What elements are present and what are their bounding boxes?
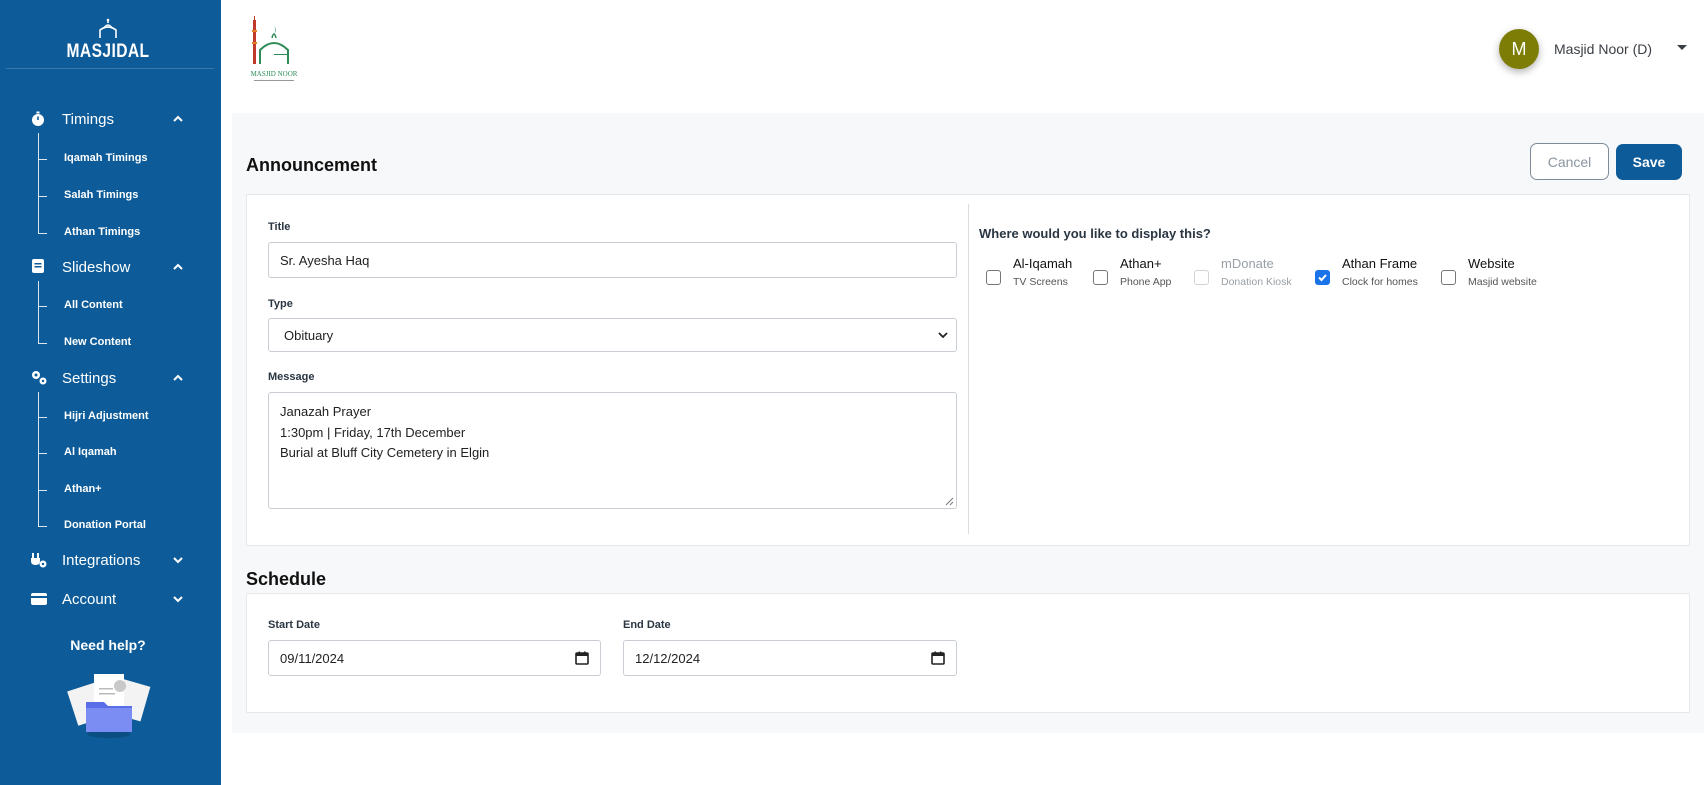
sidebar-item-label: Hijri Adjustment	[64, 410, 149, 422]
type-select[interactable]: Obituary	[268, 318, 957, 352]
card-divider	[968, 204, 969, 534]
title-label: Title	[268, 221, 291, 233]
checkbox[interactable]	[986, 270, 1001, 285]
option-subtitle: Donation Kiosk	[1221, 276, 1292, 288]
display-option-website[interactable]: Website Masjid website	[1441, 255, 1551, 289]
message-line: Burial at Bluff City Cemetery in Elgin	[280, 445, 490, 460]
title-input[interactable]	[268, 242, 957, 278]
sidebar-item-donation-portal[interactable]: Donation Portal	[0, 516, 221, 536]
start-date-label: Start Date	[268, 619, 320, 631]
message-textarea[interactable]: Janazah Prayer 1:30pm | Friday, 17th Dec…	[268, 392, 957, 509]
chevron-down-icon[interactable]	[171, 592, 185, 606]
end-date-input[interactable]: 12/12/2024	[623, 640, 957, 676]
brand-logo[interactable]: MASJIDAL	[0, 18, 216, 63]
save-button[interactable]: Save	[1616, 144, 1682, 180]
option-name: mDonate	[1221, 256, 1274, 271]
plug-icon	[31, 553, 47, 568]
option-name: Athan Frame	[1342, 256, 1418, 271]
svg-text:MASJID NOOR: MASJID NOOR	[251, 70, 298, 78]
checkbox-disabled	[1194, 270, 1209, 285]
message-line: Janazah Prayer	[280, 404, 372, 419]
sidebar-divider	[6, 68, 214, 69]
chevron-up-icon[interactable]	[171, 260, 185, 274]
tree-line	[38, 133, 39, 233]
sidebar-item-label: All Content	[64, 299, 123, 311]
checkbox-checked[interactable]	[1315, 270, 1330, 285]
option-name: Al-Iqamah	[1013, 256, 1073, 271]
option-name: Website	[1468, 256, 1515, 271]
chevron-up-icon[interactable]	[171, 371, 185, 385]
chevron-down-icon[interactable]	[171, 553, 185, 567]
end-date-label: End Date	[623, 619, 671, 631]
sidebar-item-iqamah-timings[interactable]: Iqamah Timings	[0, 149, 221, 169]
sidebar-item-hijri-adjustment[interactable]: Hijri Adjustment	[0, 407, 221, 427]
sidebar-item-label: Salah Timings	[64, 189, 139, 201]
display-question: Where would you like to display this?	[979, 226, 1211, 241]
sidebar-section-account[interactable]: Account	[0, 586, 221, 612]
display-option-athan-plus[interactable]: Athan+ Phone App	[1093, 255, 1183, 289]
option-subtitle: TV Screens	[1013, 276, 1068, 288]
option-name: Athan+	[1120, 256, 1162, 271]
display-option-al-iqamah[interactable]: Al-Iqamah TV Screens	[986, 255, 1086, 289]
type-select-value: Obituary	[284, 328, 334, 343]
sidebar-section-settings[interactable]: Settings	[0, 365, 221, 391]
end-date-value: 12/12/2024	[635, 651, 701, 666]
sidebar-item-athan-plus[interactable]: Athan+	[0, 480, 221, 500]
sidebar-section-integrations[interactable]: Integrations	[0, 547, 221, 573]
user-name[interactable]: Masjid Noor (D)	[1554, 41, 1652, 57]
sidebar-item-salah-timings[interactable]: Salah Timings	[0, 186, 221, 206]
sidebar-section-label: Integrations	[62, 551, 141, 569]
chevron-up-icon[interactable]	[171, 112, 185, 126]
type-label: Type	[268, 298, 293, 310]
masjidal-logo-icon	[99, 18, 117, 38]
brand-name: MASJIDAL	[66, 41, 150, 62]
stopwatch-icon	[32, 111, 44, 126]
sidebar-item-label: New Content	[64, 336, 132, 348]
sidebar-section-label: Settings	[62, 369, 117, 387]
sidebar-item-label: Al Iqamah	[64, 446, 117, 458]
checkbox[interactable]	[1441, 270, 1456, 285]
need-help-label[interactable]: Need help?	[0, 637, 216, 653]
option-subtitle: Phone App	[1120, 276, 1172, 288]
check-icon	[1318, 274, 1327, 282]
card-icon	[31, 593, 47, 605]
help-folder-illustration-icon[interactable]	[66, 668, 152, 740]
sidebar: MASJIDAL Timings Iqamah Timings Salah Ti…	[0, 0, 221, 785]
topbar	[221, 0, 1705, 113]
message-label: Message	[268, 371, 315, 383]
message-line: 1:30pm | Friday, 17th December	[280, 424, 466, 440]
sidebar-section-label: Account	[62, 590, 117, 608]
chevron-down-icon	[938, 332, 948, 339]
sidebar-item-athan-timings[interactable]: Athan Timings	[0, 223, 221, 243]
option-subtitle: Masjid website	[1468, 276, 1537, 288]
masjid-noor-logo-icon: MASJID NOOR	[251, 16, 298, 81]
caret-down-icon[interactable]	[1676, 44, 1688, 52]
schedule-title: Schedule	[246, 569, 327, 589]
gears-icon	[32, 371, 47, 385]
sidebar-section-label: Timings	[62, 110, 114, 128]
sidebar-item-label: Athan+	[64, 483, 102, 495]
sidebar-item-label: Iqamah Timings	[64, 152, 148, 164]
option-subtitle: Clock for homes	[1342, 276, 1418, 288]
cancel-button[interactable]: Cancel	[1530, 143, 1609, 180]
sidebar-item-label: Donation Portal	[64, 519, 146, 531]
sidebar-section-slideshow[interactable]: Slideshow	[0, 254, 221, 280]
sidebar-item-al-iqamah[interactable]: Al Iqamah	[0, 443, 221, 463]
calendar-icon[interactable]	[931, 651, 945, 665]
sidebar-section-timings[interactable]: Timings	[0, 106, 221, 132]
start-date-input[interactable]: 09/11/2024	[268, 640, 601, 676]
avatar[interactable]: M	[1499, 29, 1539, 69]
start-date-value: 09/11/2024	[280, 651, 345, 666]
sidebar-item-new-content[interactable]: New Content	[0, 333, 221, 353]
sidebar-item-all-content[interactable]: All Content	[0, 296, 221, 316]
slides-icon	[32, 259, 44, 273]
display-option-mdonate: mDonate Donation Kiosk	[1194, 255, 1304, 289]
display-option-athan-frame[interactable]: Athan Frame Clock for homes	[1315, 255, 1425, 289]
checkbox[interactable]	[1093, 270, 1108, 285]
sidebar-section-label: Slideshow	[62, 258, 131, 276]
resize-grip-icon[interactable]	[945, 497, 954, 506]
calendar-icon[interactable]	[575, 651, 589, 665]
page-title: Announcement	[246, 155, 378, 175]
sidebar-item-label: Athan Timings	[64, 226, 141, 238]
